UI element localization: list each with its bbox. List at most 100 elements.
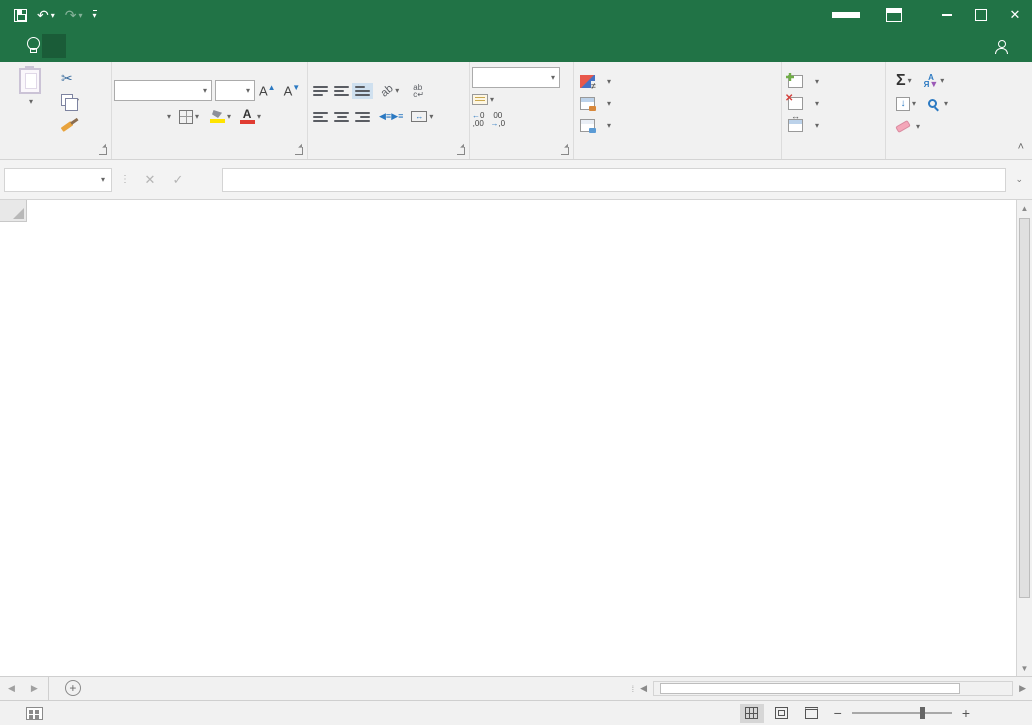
cut-button[interactable]: ✂ [58,67,82,89]
close-button[interactable]: ✕ [998,0,1032,30]
insert-cells-button[interactable]: ▾ [784,71,883,93]
conditional-formatting-icon [580,75,595,88]
zoom-slider-thumb[interactable] [920,707,925,719]
align-center-icon[interactable] [334,112,349,122]
clipboard-dialog-launcher[interactable] [99,147,107,155]
font-size-combo[interactable]: ▾ [215,80,255,101]
paste-button[interactable]: ▾ [2,65,58,142]
name-box[interactable]: ▾ [4,168,112,192]
find-select-icon[interactable] [928,99,937,108]
fill-color-icon[interactable] [209,110,225,123]
tab-assistant[interactable] [42,34,66,58]
status-bar: − + [0,700,1032,725]
copy-button[interactable]: ▾ [58,89,82,111]
customize-qat-icon[interactable]: ▾ [93,10,97,20]
cell-styles-button[interactable]: ▾ [576,115,779,137]
sheet-nav-left-icon[interactable]: ◀ [0,677,23,700]
redo-icon[interactable]: ↷▾ [65,7,83,24]
copy-icon [61,94,73,106]
scroll-down-icon[interactable]: ▼ [1017,660,1032,676]
merge-center-icon[interactable]: ↔ [411,111,427,122]
alignment-group-label [310,142,467,159]
align-top-icon[interactable] [313,86,328,96]
accounting-format-icon[interactable] [472,94,488,105]
cancel-entry-icon[interactable]: ✕ [138,172,162,188]
select-all-button[interactable] [0,200,27,222]
number-format-combo[interactable]: ▾ [472,67,560,88]
confirm-entry-icon[interactable]: ✓ [166,172,190,188]
zoom-in-icon[interactable]: + [958,705,974,721]
sort-filter-icon[interactable]: АЯ▼ [924,74,939,88]
vertical-scroll-thumb[interactable] [1019,218,1030,598]
formula-input[interactable] [222,168,1006,192]
format-as-table-button[interactable]: ▾ [576,93,779,115]
pane-splitter[interactable]: ⁞ [632,684,635,694]
ribbon-group-cells: ▾ ▾ ▾ [782,62,886,159]
lightbulb-icon [26,37,40,55]
maximize-button[interactable] [964,0,998,30]
page-break-view-button[interactable] [800,704,824,723]
decrease-indent-icon[interactable]: ◀≡ [379,111,391,122]
decrease-font-icon[interactable]: А▼ [280,83,305,98]
new-sheet-button[interactable]: + [65,680,81,696]
expand-formula-bar-icon[interactable]: ⌄ [1010,174,1028,185]
borders-icon[interactable] [179,110,193,124]
cells-group-label [784,142,883,159]
editing-group-label [888,142,1002,159]
ribbon-display-options-icon[interactable] [886,8,902,22]
delete-cells-icon [788,97,803,110]
font-color-icon[interactable]: А [239,109,255,124]
vertical-scrollbar[interactable]: ▲ ▼ [1016,200,1032,676]
align-left-icon[interactable] [313,112,328,122]
format-cells-icon [788,119,803,132]
zoom-slider[interactable] [852,712,952,714]
title-bar: ↶▾ ↷▾ ▾ ✕ [0,0,1032,30]
worksheet-grid[interactable] [0,200,1016,676]
zoom-out-icon[interactable]: − [830,705,846,721]
scroll-up-icon[interactable]: ▲ [1017,200,1032,216]
minimize-button[interactable] [930,0,964,30]
format-painter-button[interactable] [58,111,82,133]
format-cells-button[interactable]: ▾ [784,115,883,137]
scroll-left-icon[interactable]: ◀ [636,683,651,694]
font-dialog-launcher[interactable] [295,147,303,155]
page-layout-view-button[interactable] [770,704,794,723]
increase-indent-icon[interactable]: ▶≡ [391,111,403,122]
sheet-nav-right-icon[interactable]: ▶ [23,677,46,700]
name-box-splitter[interactable]: ⋮ [116,174,134,185]
share-button[interactable] [995,30,1032,62]
sheet-tab-bar: ◀ ▶ + ⁞ ◀ ▶ [0,676,1032,700]
horizontal-scroll-thumb[interactable] [660,683,960,694]
align-right-icon[interactable] [355,112,370,122]
ribbon-group-editing: Σ▾ АЯ▼▾ ↓▾ ▾ ▾ [886,62,1004,159]
increase-font-icon[interactable]: А▲ [255,83,280,98]
scroll-right-icon[interactable]: ▶ [1015,683,1030,694]
font-name-combo[interactable]: ▾ [114,80,212,101]
alignment-dialog-launcher[interactable] [457,147,465,155]
scissors-icon: ✂ [61,70,73,87]
fill-down-icon[interactable]: ↓ [896,97,910,111]
undo-icon[interactable]: ↶▾ [37,7,55,24]
person-icon [995,40,1008,53]
orientation-icon[interactable]: ab [379,82,396,99]
ribbon: ▾ ✂ ▾ ▾ ▾ А▲ А▼ ▾ ▾ [0,62,1032,160]
autosum-icon[interactable]: Σ [896,72,906,90]
normal-view-button[interactable] [740,704,764,723]
save-icon[interactable] [14,9,27,22]
ribbon-tab-row [0,30,1032,62]
sign-in-button[interactable] [832,12,860,18]
macro-record-icon[interactable] [26,707,43,720]
increase-decimal-icon[interactable]: ←0,00 [472,112,484,128]
decrease-decimal-icon[interactable]: 00→,0 [490,112,505,128]
align-bottom-icon[interactable] [355,86,370,96]
conditional-formatting-button[interactable]: ▾ [576,71,779,93]
align-middle-icon[interactable] [334,86,349,96]
collapse-ribbon-icon[interactable]: ˄ [1018,141,1024,153]
wrap-text-icon[interactable]: abc↵ [413,84,424,98]
horizontal-scrollbar[interactable] [653,681,1013,696]
clipboard-group-label [2,142,109,159]
quick-access-toolbar: ↶▾ ↷▾ ▾ [0,7,150,24]
number-dialog-launcher[interactable] [561,147,569,155]
ribbon-group-clipboard: ▾ ✂ ▾ [0,62,112,159]
clear-icon[interactable] [895,120,911,133]
